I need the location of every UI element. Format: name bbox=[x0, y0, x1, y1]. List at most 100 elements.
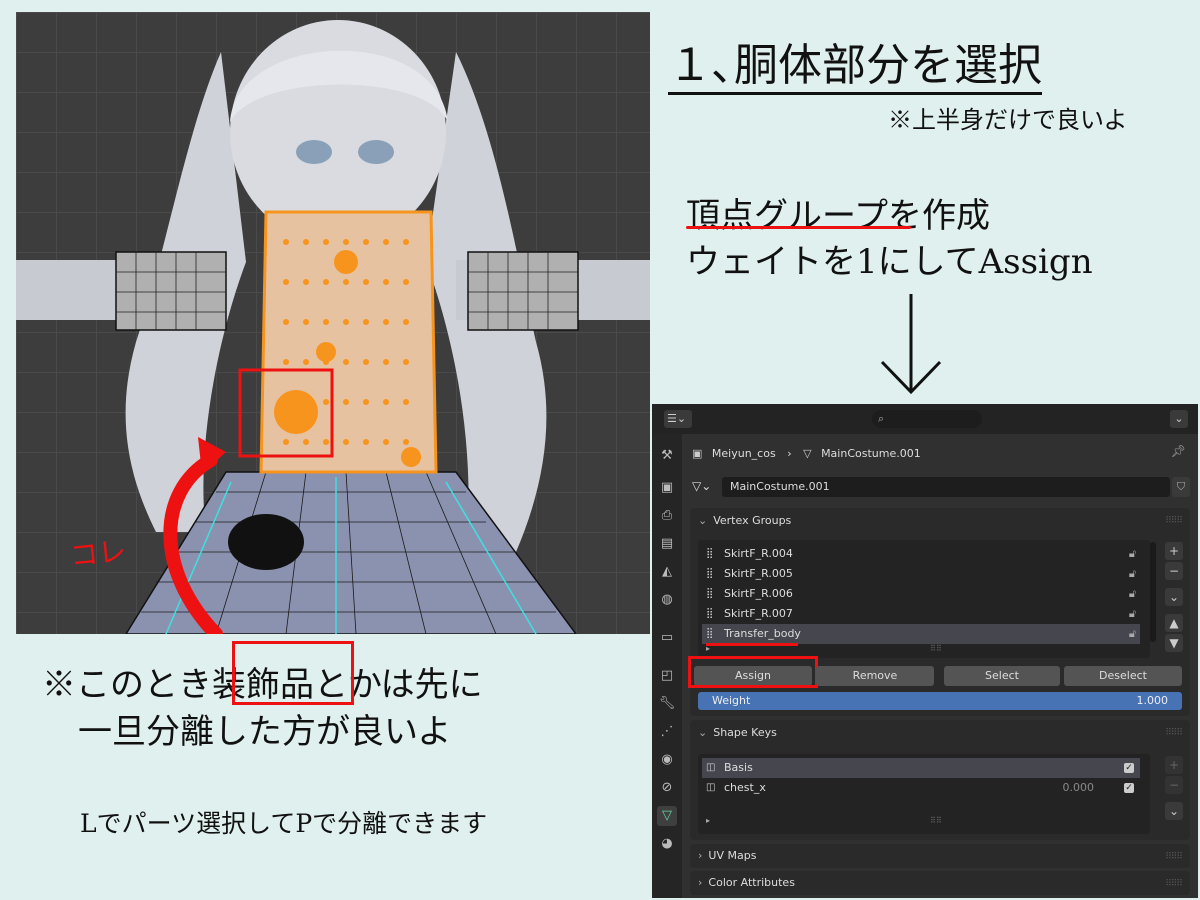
3d-viewport[interactable]: コレ bbox=[16, 12, 650, 634]
modifier-tab-icon[interactable]: 🔧︎ bbox=[657, 694, 677, 714]
drag-handle-icon[interactable]: ⠿⠿⠿ bbox=[1165, 852, 1183, 862]
list-item[interactable]: ◫ chest_x 0.000 ✓ bbox=[702, 778, 1140, 798]
instruction-underline bbox=[686, 226, 911, 229]
ornament-black bbox=[228, 514, 304, 570]
vertex-groups-header[interactable]: ⌄ Vertex Groups bbox=[698, 508, 791, 534]
move-down-button[interactable]: ▼ bbox=[1165, 634, 1183, 652]
vertex-group-name: SkirtF_R.006 bbox=[724, 587, 793, 600]
render-tab-icon[interactable]: ▣ bbox=[657, 478, 677, 498]
mesh-datablock-row: ▽⌄ MainCostume.001 ⛉ bbox=[692, 477, 1190, 499]
lock-icon[interactable]: 🔓︎ bbox=[1129, 624, 1136, 644]
note-separate-tip: Lでパーツ選択してPで分離できます bbox=[80, 809, 488, 838]
vertex-group-icon: ⣿ bbox=[706, 548, 714, 559]
add-vertex-group-button[interactable]: + bbox=[1165, 542, 1183, 560]
shape-key-name: chest_x bbox=[724, 781, 766, 794]
lock-icon[interactable]: 🔓︎ bbox=[1129, 604, 1136, 624]
color-attributes-title: Color Attributes bbox=[708, 876, 795, 889]
view-layer-tab-icon[interactable]: ▤ bbox=[657, 534, 677, 554]
ornament-word-highlight bbox=[232, 641, 354, 705]
drag-handle-icon[interactable]: ⠿⠿⠿ bbox=[1165, 879, 1183, 889]
eye-left bbox=[296, 140, 332, 164]
mesh-browse-icon[interactable]: ▽⌄ bbox=[692, 479, 711, 493]
world-tab-icon[interactable]: ◍ bbox=[657, 590, 677, 610]
drag-handle-icon[interactable]: ⠿⠿⠿ bbox=[1165, 516, 1183, 526]
chevron-down-icon: ⌄ bbox=[698, 514, 708, 527]
remove-button[interactable]: Remove bbox=[816, 666, 934, 686]
scene-tab-icon[interactable]: ◭ bbox=[657, 562, 677, 582]
constraints-tab-icon[interactable]: ⊘ bbox=[657, 778, 677, 798]
eye-right bbox=[358, 140, 394, 164]
checkbox[interactable]: ✓ bbox=[1124, 763, 1134, 773]
mesh-data-tab-icon[interactable]: ▽ bbox=[657, 806, 677, 826]
vertex-group-list[interactable]: ⣿ SkirtF_R.004 🔓︎ ⣿ SkirtF_R.005 🔓︎ ⣿ SkirtF_… bbox=[698, 540, 1156, 658]
object-tab-icon[interactable]: ◰ bbox=[657, 666, 677, 686]
drag-handle-icon[interactable]: ⠿⠿⠿ bbox=[1165, 728, 1183, 738]
specials-menu-button[interactable]: ⌄ bbox=[1165, 588, 1183, 606]
breadcrumb-separator: › bbox=[787, 447, 792, 460]
weight-slider[interactable]: Weight 1.000 bbox=[698, 692, 1182, 710]
options-chevron-icon[interactable]: ⌄ bbox=[1170, 410, 1188, 428]
shape-key-value[interactable]: 0.000 bbox=[1063, 778, 1095, 798]
note-ornament-line2: 一旦分離した方が良いよ bbox=[78, 712, 452, 752]
uv-maps-header[interactable]: › UV Maps bbox=[698, 844, 756, 868]
list-item[interactable]: ⣿ SkirtF_R.005 🔓︎ bbox=[702, 564, 1140, 584]
particles-tab-icon[interactable]: ⋰ bbox=[657, 722, 677, 742]
properties-search[interactable]: ⌕ bbox=[872, 410, 982, 428]
list-item[interactable]: ◫ Basis ✓ bbox=[702, 758, 1140, 778]
expand-arrow-icon[interactable]: ▸ bbox=[706, 816, 710, 825]
shape-keys-title: Shape Keys bbox=[713, 726, 777, 739]
weight-label: Weight bbox=[712, 694, 751, 707]
assign-highlight-box bbox=[688, 656, 818, 688]
editor-type-button[interactable]: ☰⌄ bbox=[664, 410, 692, 428]
tool-tab-icon[interactable]: ⚒ bbox=[657, 446, 677, 466]
properties-tabs: ⚒ ▣ ⎙ ▤ ◭ ◍ ▭ ◰ 🔧︎ ⋰ ◉ ⊘ ▽ ◕ bbox=[652, 434, 682, 898]
panel-header: ☰⌄ ⌕ ⌄ bbox=[652, 404, 1198, 434]
list-resize-handle-icon[interactable]: ⠿⠿ bbox=[930, 816, 942, 825]
shape-key-icon: ◫ bbox=[706, 762, 716, 773]
lock-icon[interactable]: 🔓︎ bbox=[1129, 584, 1136, 604]
uv-maps-title: UV Maps bbox=[708, 849, 757, 862]
vertex-group-icon: ⣿ bbox=[706, 608, 714, 619]
shape-key-icon: ◫ bbox=[706, 782, 716, 793]
vertex-group-icon: ⣿ bbox=[706, 568, 714, 579]
lock-icon[interactable]: 🔓︎ bbox=[1129, 564, 1136, 584]
deselect-button[interactable]: Deselect bbox=[1064, 666, 1182, 686]
lock-icon[interactable]: 🔓︎ bbox=[1129, 544, 1136, 564]
collection-tab-icon[interactable]: ▭ bbox=[657, 628, 677, 648]
move-up-button[interactable]: ▲ bbox=[1165, 614, 1183, 632]
shape-keys-section: ⌄ Shape Keys ⠿⠿⠿ ◫ Basis ✓ ◫ chest_x 0.000 ✓ ▸… bbox=[690, 720, 1190, 840]
expand-arrow-icon[interactable]: ▸ bbox=[706, 644, 710, 653]
sleeve-left-wire bbox=[115, 251, 227, 331]
list-item[interactable]: ⣿ SkirtF_R.004 🔓︎ bbox=[702, 544, 1140, 564]
list-resize-handle-icon[interactable]: ⠿⠿ bbox=[930, 644, 942, 653]
remove-shape-key-button[interactable]: − bbox=[1165, 776, 1183, 794]
shape-keys-header[interactable]: ⌄ Shape Keys bbox=[698, 720, 777, 746]
object-icon: ▣ bbox=[692, 447, 703, 460]
physics-tab-icon[interactable]: ◉ bbox=[657, 750, 677, 770]
color-attributes-header[interactable]: › Color Attributes bbox=[698, 871, 795, 895]
chevron-right-icon: › bbox=[698, 876, 703, 889]
output-tab-icon[interactable]: ⎙ bbox=[657, 506, 677, 526]
checkbox[interactable]: ✓ bbox=[1124, 783, 1134, 793]
shape-key-list[interactable]: ◫ Basis ✓ ◫ chest_x 0.000 ✓ ▸ ⠿⠿ bbox=[698, 754, 1150, 834]
scrollbar[interactable] bbox=[1150, 542, 1156, 642]
fake-user-shield-icon[interactable]: ⛉ bbox=[1172, 477, 1190, 497]
list-item[interactable]: ⣿ Transfer_body 🔓︎ bbox=[702, 624, 1140, 644]
select-button[interactable]: Select bbox=[944, 666, 1060, 686]
step-title: １､胴体部分を選択 bbox=[668, 40, 1042, 95]
mesh-name-field[interactable]: MainCostume.001 bbox=[722, 477, 1170, 497]
list-item[interactable]: ⣿ SkirtF_R.006 🔓︎ bbox=[702, 584, 1140, 604]
uv-maps-section: › UV Maps ⠿⠿⠿ bbox=[690, 844, 1190, 868]
chevron-down-icon: ⌄ bbox=[698, 726, 708, 739]
instruction-create-group: 頂点グループを作成 bbox=[686, 196, 990, 236]
properties-panel: ☰⌄ ⌕ ⌄ ⚒ ▣ ⎙ ▤ ◭ ◍ ▭ ◰ 🔧︎ ⋰ ◉ ⊘ ▽ ◕ ▣ Me… bbox=[652, 404, 1198, 898]
shape-key-name: Basis bbox=[724, 761, 753, 774]
vertex-group-icon: ⣿ bbox=[706, 628, 714, 639]
material-tab-icon[interactable]: ◕ bbox=[657, 834, 677, 854]
list-item[interactable]: ⣿ SkirtF_R.007 🔓︎ bbox=[702, 604, 1140, 624]
shape-key-specials-button[interactable]: ⌄ bbox=[1165, 802, 1183, 820]
add-shape-key-button[interactable]: + bbox=[1165, 756, 1183, 774]
pin-icon[interactable]: 📌︎ bbox=[1171, 444, 1186, 458]
remove-vertex-group-button[interactable]: − bbox=[1165, 562, 1183, 580]
down-arrow-icon bbox=[880, 294, 942, 395]
